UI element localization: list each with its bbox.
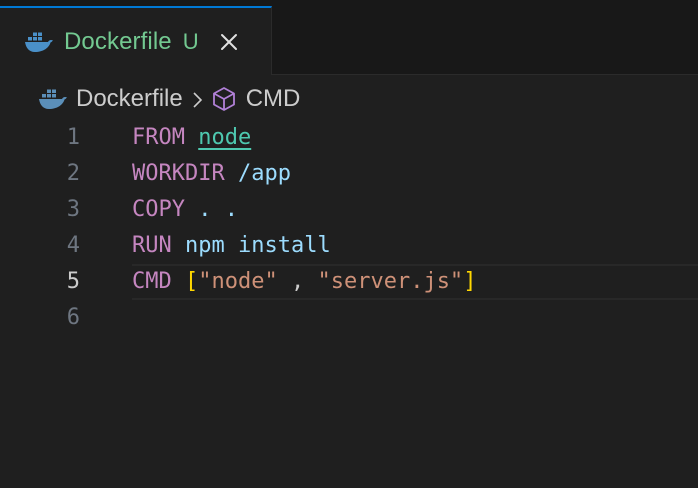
breadcrumb-symbol-label: CMD: [245, 85, 301, 112]
separator: ,: [277, 269, 318, 294]
docker-icon: [38, 88, 68, 110]
line-content: FROM node: [132, 120, 698, 156]
line-number: 1: [66, 125, 80, 150]
line-content: WORKDIR /app: [132, 156, 698, 192]
line-number: 4: [66, 233, 80, 258]
image-name[interactable]: node: [198, 125, 251, 150]
instruction-argument: . .: [198, 197, 238, 222]
code-line[interactable]: 6: [0, 300, 698, 336]
string-literal: "server.js": [317, 269, 464, 294]
line-content: RUN npm install: [132, 228, 698, 264]
line-number: 3: [66, 197, 80, 222]
chevron-right-icon: [189, 89, 205, 109]
instruction-keyword: FROM: [132, 125, 185, 150]
instruction-argument: /app: [237, 161, 291, 186]
code-editor[interactable]: 1 FROM node 2 WORKDIR /app 3 COPY . . 4 …: [0, 120, 698, 488]
code-line[interactable]: 1 FROM node: [0, 120, 698, 156]
code-line[interactable]: 3 COPY . .: [0, 192, 698, 228]
code-line-current[interactable]: 5 CMD ["node" , "server.js"]: [0, 264, 698, 300]
line-number: 6: [66, 305, 80, 330]
line-number: 5: [66, 269, 80, 294]
breadcrumb-file-label: Dockerfile: [76, 85, 183, 112]
instruction-keyword: WORKDIR: [132, 161, 225, 186]
git-status-badge: U: [182, 28, 199, 54]
open-bracket: [: [185, 269, 199, 294]
code-line[interactable]: 2 WORKDIR /app: [0, 156, 698, 192]
breadcrumb-file[interactable]: Dockerfile: [38, 85, 183, 113]
line-content: CMD ["node" , "server.js"]: [132, 264, 698, 300]
breadcrumb-symbol[interactable]: CMD: [212, 85, 301, 113]
instruction-argument: npm install: [185, 233, 331, 258]
breadcrumb: Dockerfile CMD: [38, 82, 300, 116]
string-literal: "node": [198, 269, 278, 294]
line-content: [132, 300, 698, 336]
docker-icon: [24, 31, 54, 53]
cube-icon: [212, 86, 236, 112]
code-line[interactable]: 4 RUN npm install: [0, 228, 698, 264]
instruction-keyword: RUN: [132, 233, 172, 258]
instruction-keyword: COPY: [132, 197, 185, 222]
tab-bar: Dockerfile U: [0, 0, 698, 75]
tab-dockerfile[interactable]: Dockerfile U: [0, 6, 272, 75]
close-bracket: ]: [463, 269, 477, 294]
line-content: COPY . .: [132, 192, 698, 228]
instruction-keyword: CMD: [132, 269, 172, 294]
editor-window: Dockerfile U Dockerfile CMD 1 FROM node …: [0, 0, 698, 488]
close-icon[interactable]: [219, 32, 239, 52]
tab-title: Dockerfile: [64, 27, 172, 55]
line-number: 2: [66, 161, 80, 186]
